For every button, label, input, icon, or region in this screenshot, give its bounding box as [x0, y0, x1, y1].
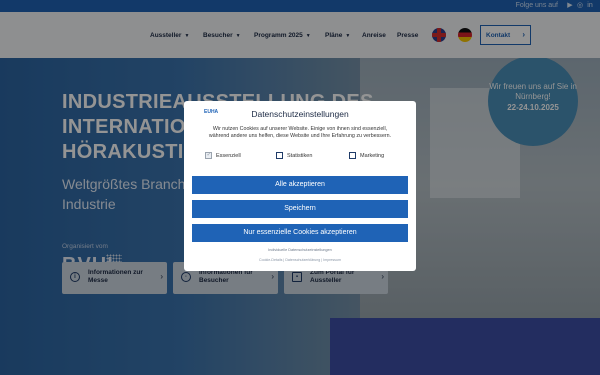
accept-essential-button[interactable]: Nur essenzielle Cookies akzeptieren	[192, 224, 408, 242]
individual-settings-link[interactable]: Individuelle Datenschutzeinstellungen	[184, 248, 416, 252]
checkbox-statistiken[interactable]: Statistiken	[276, 152, 312, 159]
cookie-dialog-title: Datenschutzeinstellungen	[251, 109, 349, 119]
cookie-consent-dialog: EUHA Datenschutzeinstellungen Wir nutzen…	[184, 101, 416, 271]
save-button[interactable]: Speichern	[192, 200, 408, 218]
checkbox-label: Marketing	[360, 152, 385, 159]
checkbox-essenziell[interactable]: Essenziell	[205, 151, 241, 159]
cookie-dialog-text: Wir nutzen Cookies auf unserer Website. …	[208, 126, 392, 139]
checkbox-marketing[interactable]: Marketing	[349, 152, 384, 159]
checkbox-box[interactable]	[205, 151, 212, 159]
accept-all-button[interactable]: Alle akzeptieren	[192, 176, 408, 194]
checkbox-label: Statistiken	[287, 152, 313, 159]
checkbox-box[interactable]	[349, 152, 356, 159]
checkbox-box[interactable]	[276, 152, 283, 159]
footer-links[interactable]: Cookie-Details | Datenschutzerklärung | …	[184, 258, 416, 262]
checkbox-label: Essenziell	[216, 152, 241, 159]
